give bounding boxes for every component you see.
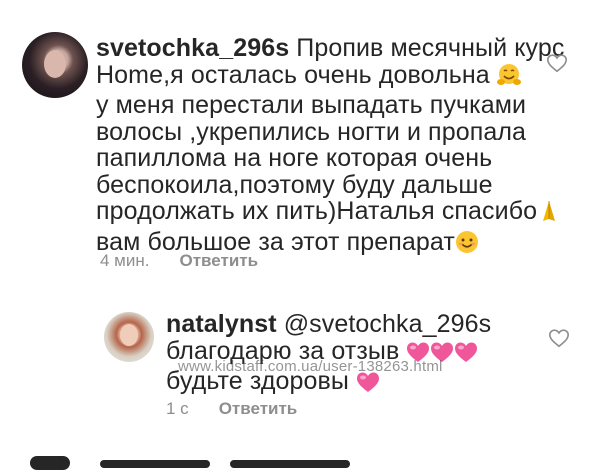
reply-button[interactable]: Ответить (179, 251, 258, 270)
comment-line: волосы ,укрепились ногти и пропала (96, 117, 527, 146)
avatar-face (120, 324, 138, 346)
comment-line: Пропив месячный курс (296, 34, 565, 62)
comment-username[interactable]: svetochka_296s (96, 34, 289, 62)
comment-text: natalynst @svetochka_296s благодарю за о… (166, 311, 491, 399)
comment-line: у меня перестали выпадать пучками (96, 91, 527, 119)
avatar[interactable] (104, 312, 154, 362)
heart-outline-icon[interactable] (546, 52, 568, 74)
smiling-face-emoji-icon (455, 230, 479, 260)
comment-line: беспокоила,поэтому буду дальше (96, 170, 493, 199)
comment-time: 4 мин. (100, 251, 150, 270)
avatar-face (44, 50, 66, 78)
comment-line: продолжать их пить)Наталья спасибо (96, 197, 538, 225)
mention-link[interactable]: @svetochka_296s (284, 310, 492, 338)
comment-meta: 1 с Ответить (166, 399, 297, 419)
comment-text: svetochka_296s Пропив месячный курс Home… (96, 35, 564, 259)
comment-meta: 4 мин. Ответить (100, 251, 258, 271)
hugging-face-emoji-icon (496, 63, 521, 93)
pink-heart-emoji-icon (356, 371, 380, 399)
comment-line: папиллома на ноге которая очень (96, 144, 493, 172)
text-partial (230, 460, 350, 468)
comment-line: Home,я осталась очень довольна (96, 60, 490, 89)
folded-hands-emoji-icon (537, 199, 561, 229)
heart-outline-icon[interactable] (548, 327, 570, 349)
avatar[interactable] (22, 32, 88, 98)
text-partial (100, 460, 210, 468)
watermark: www.kidstaff.com.ua/user-138263.html (178, 358, 443, 375)
pink-heart-emoji-icon (454, 341, 478, 369)
comment-username[interactable]: natalynst (166, 310, 277, 338)
next-comment-partial (30, 452, 360, 470)
avatar-partial (30, 456, 70, 470)
reply-button[interactable]: Ответить (219, 399, 298, 418)
comment-time: 1 с (166, 399, 189, 418)
